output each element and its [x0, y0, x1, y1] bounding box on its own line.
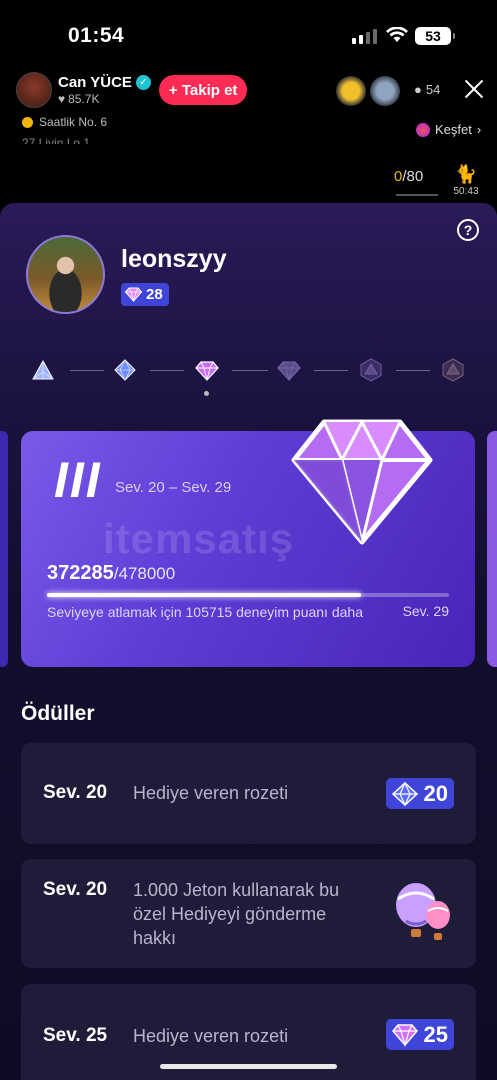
xp-current: 372285	[47, 562, 114, 584]
top-viewers[interactable]	[336, 76, 404, 106]
status-time: 01:54	[68, 24, 125, 47]
xp-target: Sev. 29	[402, 603, 449, 619]
ranking-ticker[interactable]: Saatlik No. 6	[22, 115, 107, 129]
live-header: Can YÜCE ✓ ♥ 85.7K + Takip et ● 54 Saatl…	[0, 70, 497, 200]
verified-icon: ✓	[135, 75, 151, 90]
viewer-avatar[interactable]	[336, 76, 366, 106]
tier-4-icon[interactable]	[277, 358, 301, 382]
coin-icon	[22, 116, 33, 128]
battery-icon: 53	[415, 27, 455, 45]
reward-level: Sev. 20	[43, 879, 108, 900]
level-sheet: ? leonszyy 28 III Sev. 20 – Sev. 29 item…	[0, 203, 497, 1080]
reward-description: Hediye veren rozeti	[133, 1026, 289, 1046]
tier-1-icon[interactable]	[31, 358, 55, 382]
selected-tier-indicator	[204, 391, 209, 396]
reward-level: Sev. 25	[43, 1025, 108, 1046]
profile-avatar	[26, 235, 105, 314]
badge-diamond-icon	[391, 781, 418, 806]
rewards-title: Ödüller	[21, 702, 95, 725]
tier-5-icon[interactable]	[359, 358, 383, 382]
tier-connector	[314, 370, 348, 371]
xp-progress-fill	[47, 593, 361, 597]
reward-item: Sev. 20 Hediye veren rozeti 20	[21, 743, 476, 844]
cat-icon: 🐈	[454, 164, 478, 184]
big-diamond-icon	[291, 419, 433, 545]
goal-progress[interactable]: 0/80	[394, 168, 438, 196]
xp-total: /478000	[113, 564, 176, 583]
status-bar: 01:54 53	[0, 0, 497, 70]
tier-2-icon[interactable]	[113, 358, 137, 382]
badge-diamond-icon	[391, 1023, 418, 1047]
reward-level: Sev. 20	[43, 782, 108, 803]
tier-track	[0, 358, 497, 398]
reward-item: Sev. 20 1.000 Jeton kullanarak bu özel H…	[21, 859, 476, 968]
heart-icon: ♥	[58, 92, 66, 106]
chevron-right-icon: ›	[476, 122, 482, 137]
viewer-avatar[interactable]	[370, 76, 400, 106]
level-range: Sev. 20 – Sev. 29	[115, 479, 232, 496]
reward-badge: 25	[385, 1019, 454, 1050]
follow-button[interactable]: + Takip et	[158, 75, 248, 105]
viewer-count[interactable]: ● 54	[414, 82, 440, 97]
home-indicator[interactable]	[160, 1064, 337, 1069]
host-info: Can YÜCE ✓ ♥ 85.7K	[58, 74, 151, 106]
reward-badge: 20	[385, 778, 454, 809]
username: leonszyy	[121, 245, 227, 273]
close-icon[interactable]	[463, 78, 485, 100]
reward-description: Hediye veren rozeti	[133, 783, 289, 803]
next-card-peek[interactable]	[487, 431, 497, 667]
level-badge: 28	[121, 283, 169, 306]
ranking-ticker-2: 27 Livin Lo 1	[22, 136, 91, 144]
reward-description: 1.000 Jeton kullanarak bu özel Hediyeyi …	[133, 880, 340, 948]
diamond-icon	[125, 287, 142, 302]
host-avatar[interactable]	[16, 72, 52, 108]
tier-connector	[232, 370, 268, 371]
cellular-signal-icon	[352, 29, 377, 44]
host-name: Can YÜCE	[58, 74, 132, 91]
timer-box[interactable]: 🐈 50:43	[448, 164, 484, 197]
explore-icon	[416, 122, 430, 137]
xp-hint: Seviyeye atlamak için 105715 deneyim pua…	[47, 604, 363, 620]
balloon-gift-icon	[396, 883, 450, 940]
tier-connector	[70, 370, 104, 371]
xp-progress-bar	[47, 593, 449, 597]
tier-connector	[396, 370, 430, 371]
previous-card-peek[interactable]	[0, 431, 8, 667]
watermark: itemsatış	[103, 515, 295, 562]
host-likes: 85.7K	[68, 92, 100, 106]
explore-link[interactable]: Keşfet ›	[416, 122, 481, 137]
wifi-icon	[386, 27, 408, 42]
tier-3-icon[interactable]	[195, 358, 219, 382]
tier-numeral: III	[54, 452, 102, 508]
timer: 50:43	[453, 186, 479, 197]
xp-readout: 372285/478000	[47, 562, 175, 585]
tier-6-icon[interactable]	[441, 358, 465, 382]
host-pill[interactable]: Can YÜCE ✓ ♥ 85.7K + Takip et	[16, 72, 248, 108]
tier-connector	[150, 370, 184, 371]
person-icon: ●	[414, 82, 422, 97]
goal-bar	[396, 194, 438, 196]
help-icon[interactable]: ?	[457, 219, 479, 241]
